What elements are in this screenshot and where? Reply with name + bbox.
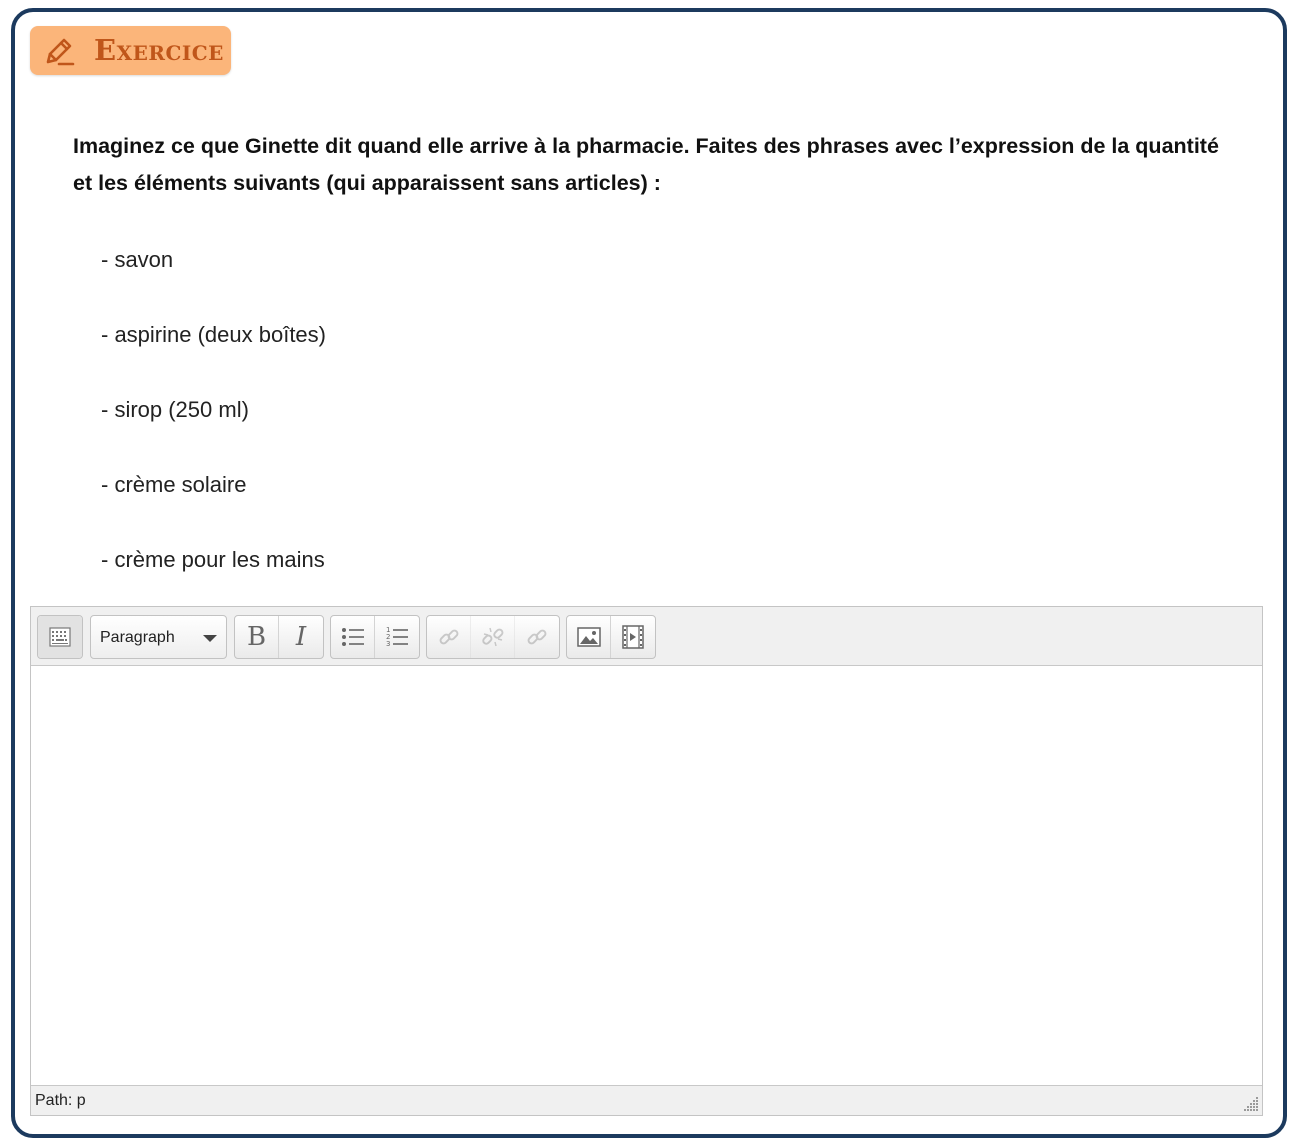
list-item: - savon [101,247,174,272]
list-group: 123 [330,615,420,659]
anchor-link-button[interactable] [515,616,559,658]
unlink-button[interactable] [471,616,515,658]
pencil-icon [46,38,75,66]
media-icon [622,625,644,649]
toolbar-toggle-group [37,615,83,659]
element-path: Path: p [35,1092,86,1109]
exercise-instructions: Imaginez ce que Ginette dit quand elle a… [73,134,1219,195]
exercise-badge: Exercice [30,26,231,75]
list-item: - crème pour les mains [101,547,325,572]
unordered-list-icon [341,628,364,646]
unlink-icon [481,627,503,647]
editor-statusbar: Path: p [31,1085,1262,1115]
image-icon [576,627,601,647]
link-icon [439,629,458,645]
anchor-link-icon [527,629,547,645]
insert-media-button[interactable] [611,616,655,658]
editor-toolbar: Paragraph B I 123 [31,607,1262,666]
italic-icon: I [295,622,307,652]
svg-text:3: 3 [386,640,390,648]
ordered-list-button[interactable]: 123 [375,616,419,658]
list-item: - aspirine (deux boîtes) [101,322,326,347]
paragraph-format-select[interactable]: Paragraph [90,615,227,659]
badge-label: Exercice [94,33,224,67]
unordered-list-button[interactable] [331,616,375,658]
resize-grip-icon[interactable] [1240,1093,1260,1113]
bold-icon: B [246,622,267,652]
italic-button[interactable]: I [279,616,323,658]
bold-button[interactable]: B [235,616,279,658]
list-item: - crème solaire [101,472,247,497]
toolbar-toggle-icon [49,627,71,647]
ordered-list-icon: 123 [386,626,408,648]
link-group [426,615,560,659]
link-button[interactable] [427,616,471,658]
list-item: - sirop (250 ml) [101,397,249,422]
paragraph-format-value: Paragraph [100,629,175,646]
insert-image-button[interactable] [567,616,611,658]
media-group [566,615,656,659]
chevron-down-icon [203,635,217,642]
toolbar-toggle-button[interactable] [38,616,82,658]
rich-text-editor: Paragraph B I 123 Path: p [30,606,1263,1116]
text-style-group: B I [234,615,324,659]
editor-content-area[interactable] [31,666,1262,1085]
